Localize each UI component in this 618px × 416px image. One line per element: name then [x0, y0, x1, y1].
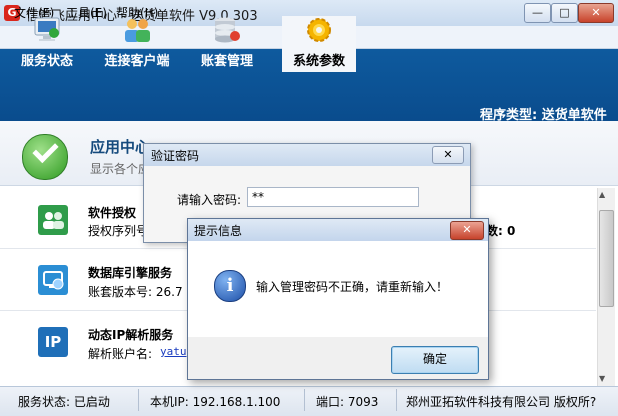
tab-label: 连接客户端: [104, 54, 170, 69]
page-title: 应用中心: [90, 138, 151, 156]
tab-label: 系统参数: [292, 54, 345, 69]
info-dialog-close-button[interactable]: ✕: [450, 221, 484, 240]
license-title: 软件授权: [88, 206, 137, 220]
monitor-icon: [34, 17, 60, 41]
tab-label: 服务状态: [20, 54, 73, 69]
ip-icon: IP: [38, 327, 68, 357]
info-dialog-title: 提示信息: [194, 224, 243, 238]
password-label: 请输入密码:: [177, 193, 242, 207]
database-engine-icon: [38, 265, 68, 295]
tab-service-status[interactable]: 服务状态: [4, 16, 90, 72]
license-serial: 授权序列号: [88, 224, 149, 238]
local-ip: 本机IP: 192.168.1.100: [150, 395, 281, 409]
users-icon: [125, 19, 150, 42]
info-message: 输入管理密码不正确，请重新输入！: [256, 280, 449, 294]
tab-system-parameters[interactable]: 系统参数: [282, 16, 356, 72]
port: 端口: 7093: [316, 395, 379, 409]
scroll-thumb[interactable]: [599, 210, 614, 307]
ok-button[interactable]: 确定: [391, 346, 479, 374]
copyright: 郑州亚拓软件科技有限公司 版权所?: [406, 395, 597, 409]
page-subtitle: 显示各个应: [90, 162, 151, 176]
minimize-button[interactable]: —: [524, 3, 551, 23]
dynamic-ip-title: 动态IP解析服务: [88, 328, 174, 342]
database-version: 账套版本号: 26.7: [88, 285, 183, 299]
password-dialog-title: 验证密码: [151, 149, 200, 163]
database-icon: [215, 17, 240, 43]
license-users-icon: [38, 205, 68, 235]
status-divider: [138, 389, 139, 411]
dynamic-ip-account-label: 解析账户名:: [88, 347, 153, 361]
info-icon: i: [214, 270, 246, 302]
gear-icon: [307, 18, 331, 42]
password-input[interactable]: [247, 187, 419, 207]
status-divider: [304, 389, 305, 411]
tab-label: 账套管理: [200, 54, 253, 69]
status-divider: [396, 389, 397, 411]
dynamic-ip-account-link[interactable]: yatu: [160, 345, 187, 358]
scroll-down-icon[interactable]: ▼: [599, 374, 605, 383]
scroll-up-icon[interactable]: ▲: [599, 190, 605, 199]
password-dialog-close-button[interactable]: ✕: [432, 146, 464, 164]
count-value: 数: 0: [486, 224, 516, 238]
service-status: 服务状态: 已启动: [18, 395, 110, 409]
tab-connect-client[interactable]: 连接客户端: [94, 16, 180, 72]
close-button[interactable]: ✕: [578, 3, 614, 23]
database-title: 数据库引擎服务: [88, 266, 173, 280]
maximize-button[interactable]: □: [551, 3, 578, 23]
tab-account-management[interactable]: 账套管理: [184, 16, 270, 72]
